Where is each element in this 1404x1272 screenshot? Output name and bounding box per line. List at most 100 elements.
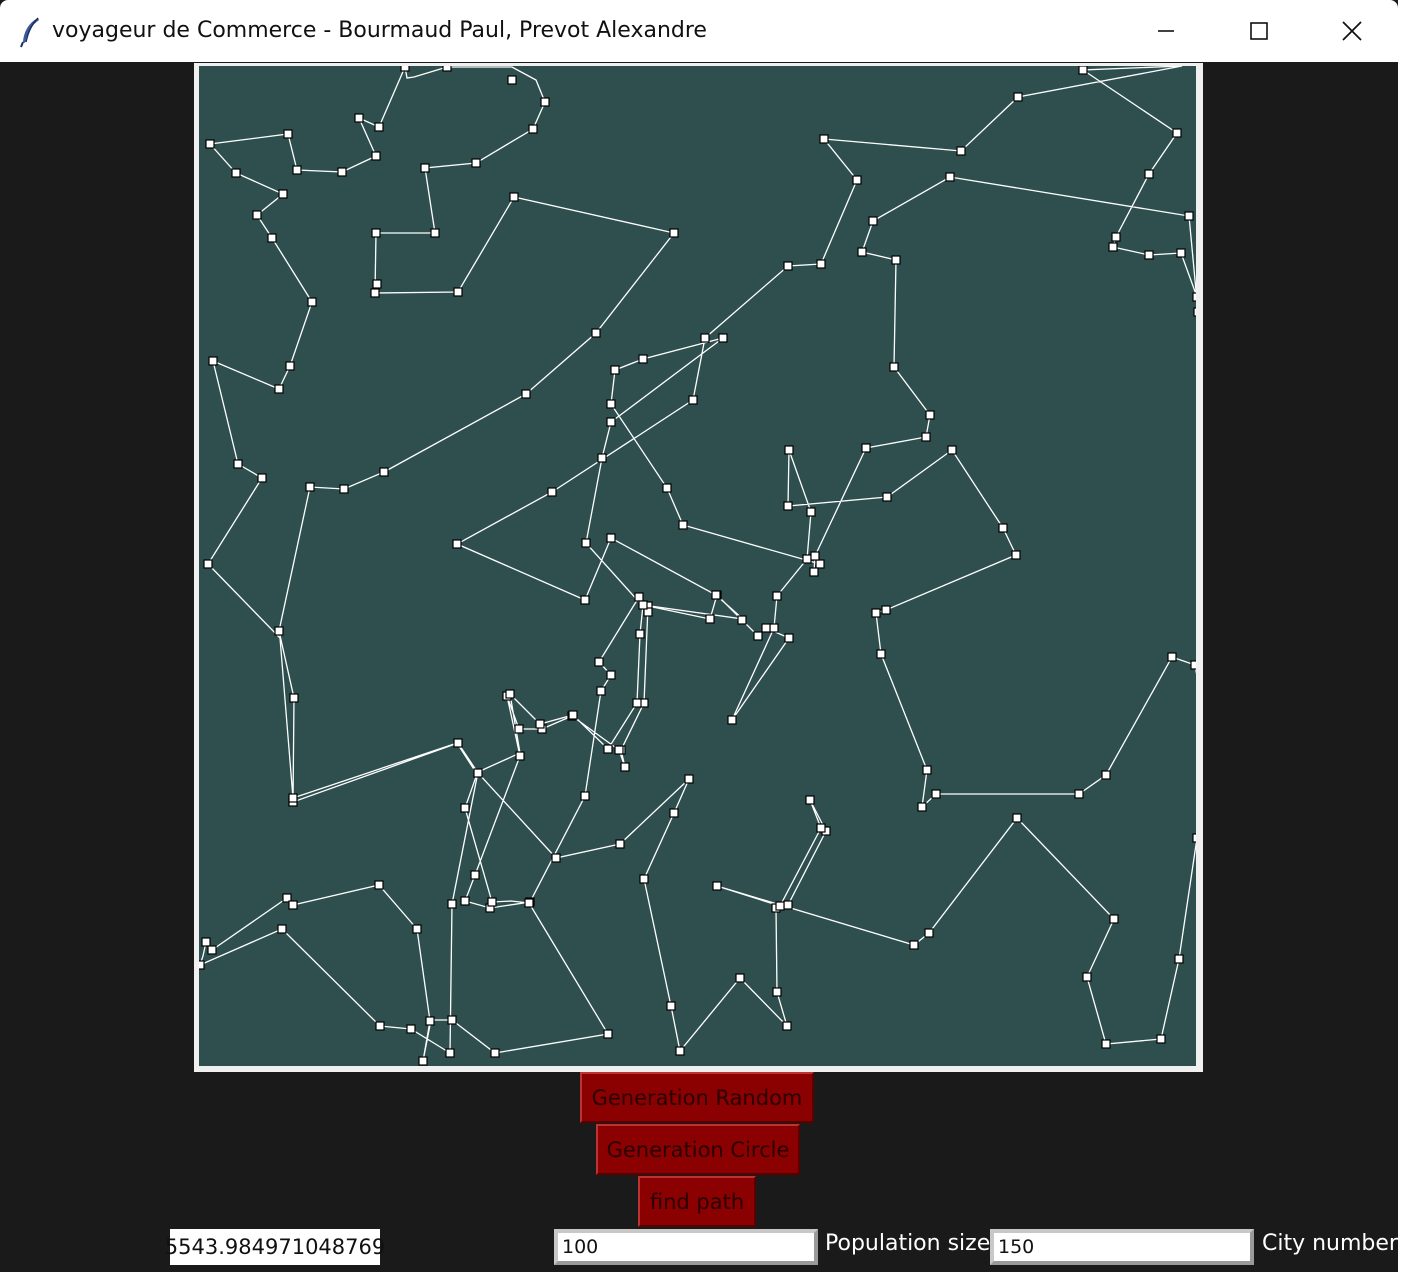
window-titlebar[interactable]: voyageur de Commerce - Bourmaud Paul, Pr… (0, 0, 1398, 62)
city-point (735, 973, 745, 983)
city-point (761, 623, 771, 633)
city-point (603, 1029, 613, 1039)
minimize-button[interactable] (1120, 0, 1212, 62)
city-point (515, 751, 525, 761)
city-point (205, 139, 215, 149)
city-point (947, 445, 957, 455)
city-point (487, 897, 497, 907)
city-point (430, 228, 440, 238)
city-number-label: City number (1262, 1231, 1398, 1256)
city-point (371, 228, 381, 238)
city-point (1172, 128, 1182, 138)
city-point (277, 924, 287, 934)
city-point (288, 900, 298, 910)
city-point (816, 259, 826, 269)
city-point (274, 626, 284, 636)
city-point (596, 686, 606, 696)
city-point (453, 287, 463, 297)
city-point (274, 384, 284, 394)
minimize-icon (1156, 21, 1176, 41)
population-size-input[interactable] (554, 1229, 818, 1265)
city-point (490, 1048, 500, 1058)
city-point (1101, 770, 1111, 780)
city-point (806, 507, 816, 517)
city-point (678, 520, 688, 530)
city-point (1013, 92, 1023, 102)
city-point (1174, 954, 1184, 964)
city-number-input[interactable] (990, 1229, 1254, 1265)
city-point (292, 165, 302, 175)
city-point (705, 614, 715, 624)
city-point (931, 789, 941, 799)
city-point (809, 567, 819, 577)
city-point (784, 445, 794, 455)
tour-path (199, 66, 1196, 1062)
city-point (374, 122, 384, 132)
city-point (737, 615, 747, 625)
city-point (775, 901, 785, 911)
population-size-label: Population size (825, 1231, 991, 1256)
city-point (594, 657, 604, 667)
city-point (374, 880, 384, 890)
city-point (1082, 972, 1092, 982)
city-point (418, 1056, 428, 1066)
city-point (1144, 169, 1154, 179)
generation-random-button[interactable]: Generation Random (580, 1072, 814, 1123)
city-point (412, 924, 422, 934)
find-path-button[interactable]: find path (638, 1176, 756, 1227)
city-point (1190, 660, 1196, 670)
city-point (445, 1048, 455, 1058)
city-point (337, 167, 347, 177)
city-point (857, 247, 867, 257)
city-point (868, 216, 878, 226)
city-point (375, 1021, 385, 1031)
city-point (289, 693, 299, 703)
city-point (753, 631, 763, 641)
city-point (784, 633, 794, 643)
city-point (514, 724, 524, 734)
city-point (447, 1015, 457, 1025)
city-point (802, 554, 812, 564)
city-point (1193, 307, 1196, 317)
city-point (889, 362, 899, 372)
city-point (783, 261, 793, 271)
city-point (639, 874, 649, 884)
city-point (871, 608, 881, 618)
city-point (662, 483, 672, 493)
city-point (1144, 250, 1154, 260)
city-point (339, 484, 349, 494)
city-point (453, 738, 463, 748)
city-point (201, 937, 211, 947)
city-point (666, 1001, 676, 1011)
city-point (442, 66, 452, 72)
city-point (233, 459, 243, 469)
city-point (805, 795, 815, 805)
city-point (288, 793, 298, 803)
city-point (521, 389, 531, 399)
close-button[interactable] (1306, 0, 1398, 62)
city-point (1184, 211, 1194, 221)
generation-circle-button[interactable]: Generation Circle (596, 1124, 800, 1175)
city-point (370, 288, 380, 298)
city-point (638, 600, 648, 610)
city-point (1109, 914, 1119, 924)
city-point (638, 354, 648, 364)
city-point (460, 896, 470, 906)
city-point (881, 605, 891, 615)
city-point (199, 960, 205, 970)
city-point (257, 473, 267, 483)
city-point (283, 129, 293, 139)
city-point (861, 443, 871, 453)
city-point (635, 629, 645, 639)
city-point (772, 987, 782, 997)
maximize-button[interactable] (1213, 0, 1305, 62)
tsp-canvas[interactable] (199, 66, 1196, 1066)
city-point (924, 928, 934, 938)
city-point (400, 66, 410, 72)
city-point (354, 113, 364, 123)
close-icon (1341, 20, 1363, 42)
city-point (711, 590, 721, 600)
city-point (547, 487, 557, 497)
city-point (606, 417, 616, 427)
city-point (684, 774, 694, 784)
